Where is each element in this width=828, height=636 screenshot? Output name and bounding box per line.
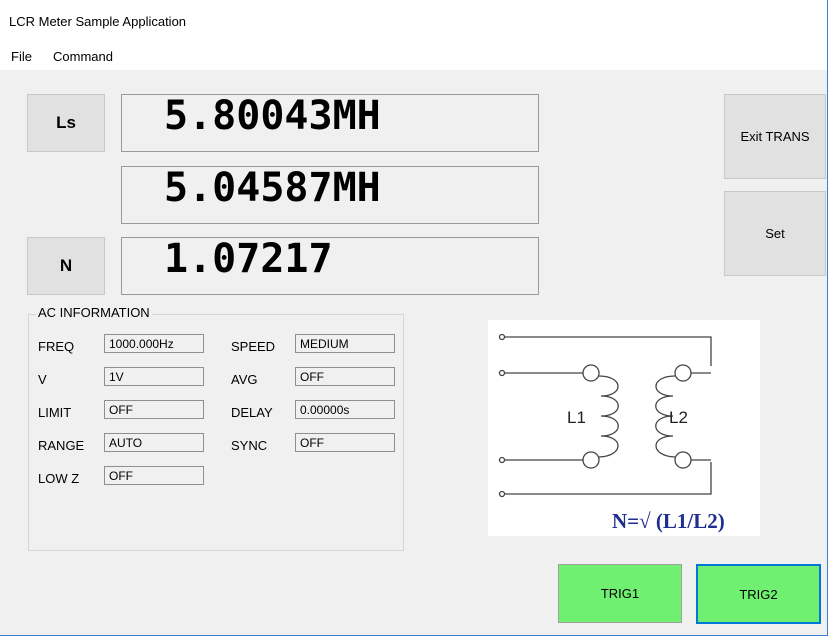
window-title: LCR Meter Sample Application <box>9 14 187 29</box>
freq-field: 1000.000Hz <box>104 334 204 353</box>
tertiary-reading: 1.07217 <box>164 236 333 282</box>
avg-label: AVG <box>231 372 258 387</box>
param2-button[interactable]: N <box>27 237 105 295</box>
v-label: V <box>38 372 47 387</box>
set-label: Set <box>765 226 785 241</box>
secondary-reading: 5.04587MH <box>164 165 381 211</box>
menu-bar: File Command <box>0 38 827 70</box>
delay-field: 0.00000s <box>295 400 395 419</box>
param1-label: Ls <box>56 113 76 132</box>
menu-file[interactable]: File <box>9 49 34 64</box>
trig2-button[interactable]: TRIG2 <box>696 564 821 624</box>
exit-trans-label: Exit TRANS <box>740 129 810 144</box>
secondary-reading-box: 5.04587MH <box>121 165 539 224</box>
l2-label: L2 <box>669 408 688 427</box>
lowz-label: LOW Z <box>38 471 80 486</box>
param2-label: N <box>59 256 73 275</box>
limit-field: OFF <box>104 400 204 419</box>
range-label: RANGE <box>38 438 85 453</box>
formula-text: N=√ (L1/L2) <box>612 509 725 533</box>
sync-label: SYNC <box>231 438 268 453</box>
lowz-field: OFF <box>104 466 204 485</box>
param1-button[interactable]: Ls <box>27 94 105 152</box>
v-field: 1V <box>104 367 204 386</box>
transformer-diagram: L1 L2 <box>488 320 760 536</box>
menu-command[interactable]: Command <box>51 49 115 64</box>
freq-label: FREQ <box>38 339 75 354</box>
primary-reading-box: 5.80043MH <box>121 93 539 152</box>
sync-field: OFF <box>295 433 395 452</box>
trig1-label: TRIG1 <box>600 586 640 601</box>
trig1-button[interactable]: TRIG1 <box>558 564 682 623</box>
title-bar: LCR Meter Sample Application <box>0 0 827 38</box>
avg-field: OFF <box>295 367 395 386</box>
limit-label: LIMIT <box>38 405 72 420</box>
set-button[interactable]: Set <box>724 191 826 276</box>
delay-label: DELAY <box>231 405 273 420</box>
l1-label: L1 <box>567 408 586 427</box>
speed-field: MEDIUM <box>295 334 395 353</box>
trig2-label: TRIG2 <box>739 586 778 602</box>
exit-trans-button[interactable]: Exit TRANS <box>724 94 826 179</box>
range-field: AUTO <box>104 433 204 452</box>
primary-reading: 5.80043MH <box>164 93 381 139</box>
speed-label: SPEED <box>231 339 276 354</box>
tertiary-reading-box: 1.07217 <box>121 236 539 295</box>
app-window: LCR Meter Sample Application File Comman… <box>0 0 828 636</box>
ac-info-title: AC INFORMATION <box>36 305 152 320</box>
transformer-schematic-icon: L1 L2 <box>498 333 712 498</box>
